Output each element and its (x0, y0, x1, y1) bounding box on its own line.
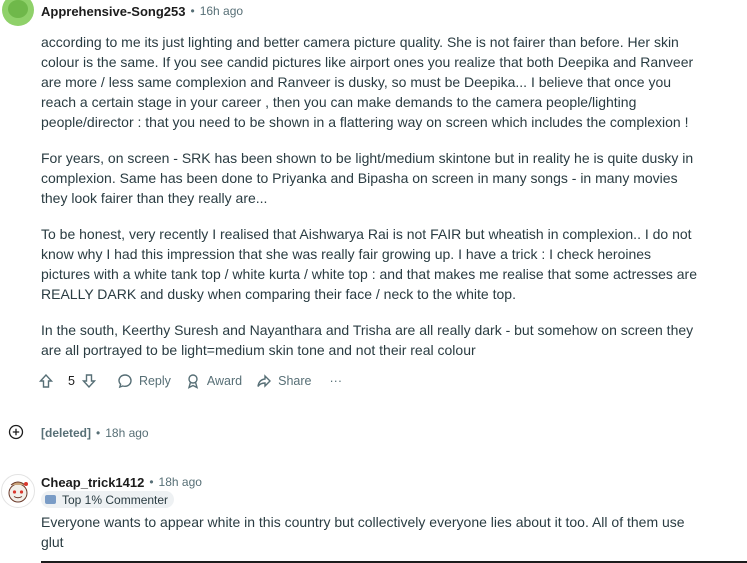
comment-body: according to me its just lighting and be… (41, 32, 701, 376)
avatar[interactable] (2, 0, 34, 26)
timestamp[interactable]: 18h ago (159, 475, 202, 489)
arrow-down-icon (81, 374, 97, 389)
comment-paragraph: To be honest, very recently I realised t… (41, 226, 697, 302)
commenter-badge-icon (45, 495, 56, 504)
separator-dot: • (96, 426, 101, 440)
timestamp[interactable]: 16h ago (200, 4, 243, 18)
share-button[interactable]: Share (256, 373, 312, 389)
award-button[interactable]: Award (185, 373, 242, 389)
separator-dot: • (190, 4, 195, 18)
username[interactable]: Cheap_trick1412 (41, 475, 144, 490)
deleted-comment-header: [deleted] • 18h ago (41, 425, 149, 441)
reply-button[interactable]: Reply (117, 373, 171, 389)
share-label: Share (278, 374, 312, 388)
comment-actions: 5 Reply Award Share ··· (38, 369, 356, 393)
comment-paragraph: In the south, Keerthy Suresh and Nayanth… (41, 322, 694, 358)
upvote-button[interactable] (38, 373, 60, 389)
avatar[interactable] (1, 474, 35, 508)
award-ribbon-icon (187, 374, 199, 389)
timestamp[interactable]: 18h ago (105, 426, 148, 440)
username: [deleted] (41, 426, 92, 440)
user-flair-badge: Top 1% Commenter (41, 491, 175, 508)
comment-paragraph: Everyone wants to appear white in this c… (41, 514, 685, 550)
plus-circle-icon[interactable] (8, 424, 24, 440)
comment-paragraph: according to me its just lighting and be… (41, 34, 694, 130)
comment-header: Apprehensive-Song253 • 16h ago (41, 3, 243, 19)
comment-paragraph: For years, on screen - SRK has been show… (41, 150, 694, 206)
award-label: Award (206, 374, 243, 388)
reply-label: Reply (138, 374, 171, 388)
avatar-shape (8, 0, 28, 18)
comment-body: Everyone wants to appear white in this c… (41, 512, 701, 552)
avatar-snoo-icon (8, 481, 28, 503)
comment-header: Cheap_trick1412 • 18h ago (41, 474, 202, 490)
badge-label: Top 1% Commenter (62, 492, 169, 507)
username[interactable]: Apprehensive-Song253 (41, 4, 186, 19)
separator-dot: • (149, 475, 154, 489)
comment-bubble-icon (118, 374, 132, 389)
share-arrow-icon (257, 374, 272, 388)
arrow-up-icon (38, 373, 54, 388)
more-options-button[interactable]: ··· (330, 374, 343, 388)
more-options-label: ··· (329, 374, 343, 388)
downvote-button[interactable] (81, 373, 103, 389)
vote-count: 5 (68, 374, 75, 388)
